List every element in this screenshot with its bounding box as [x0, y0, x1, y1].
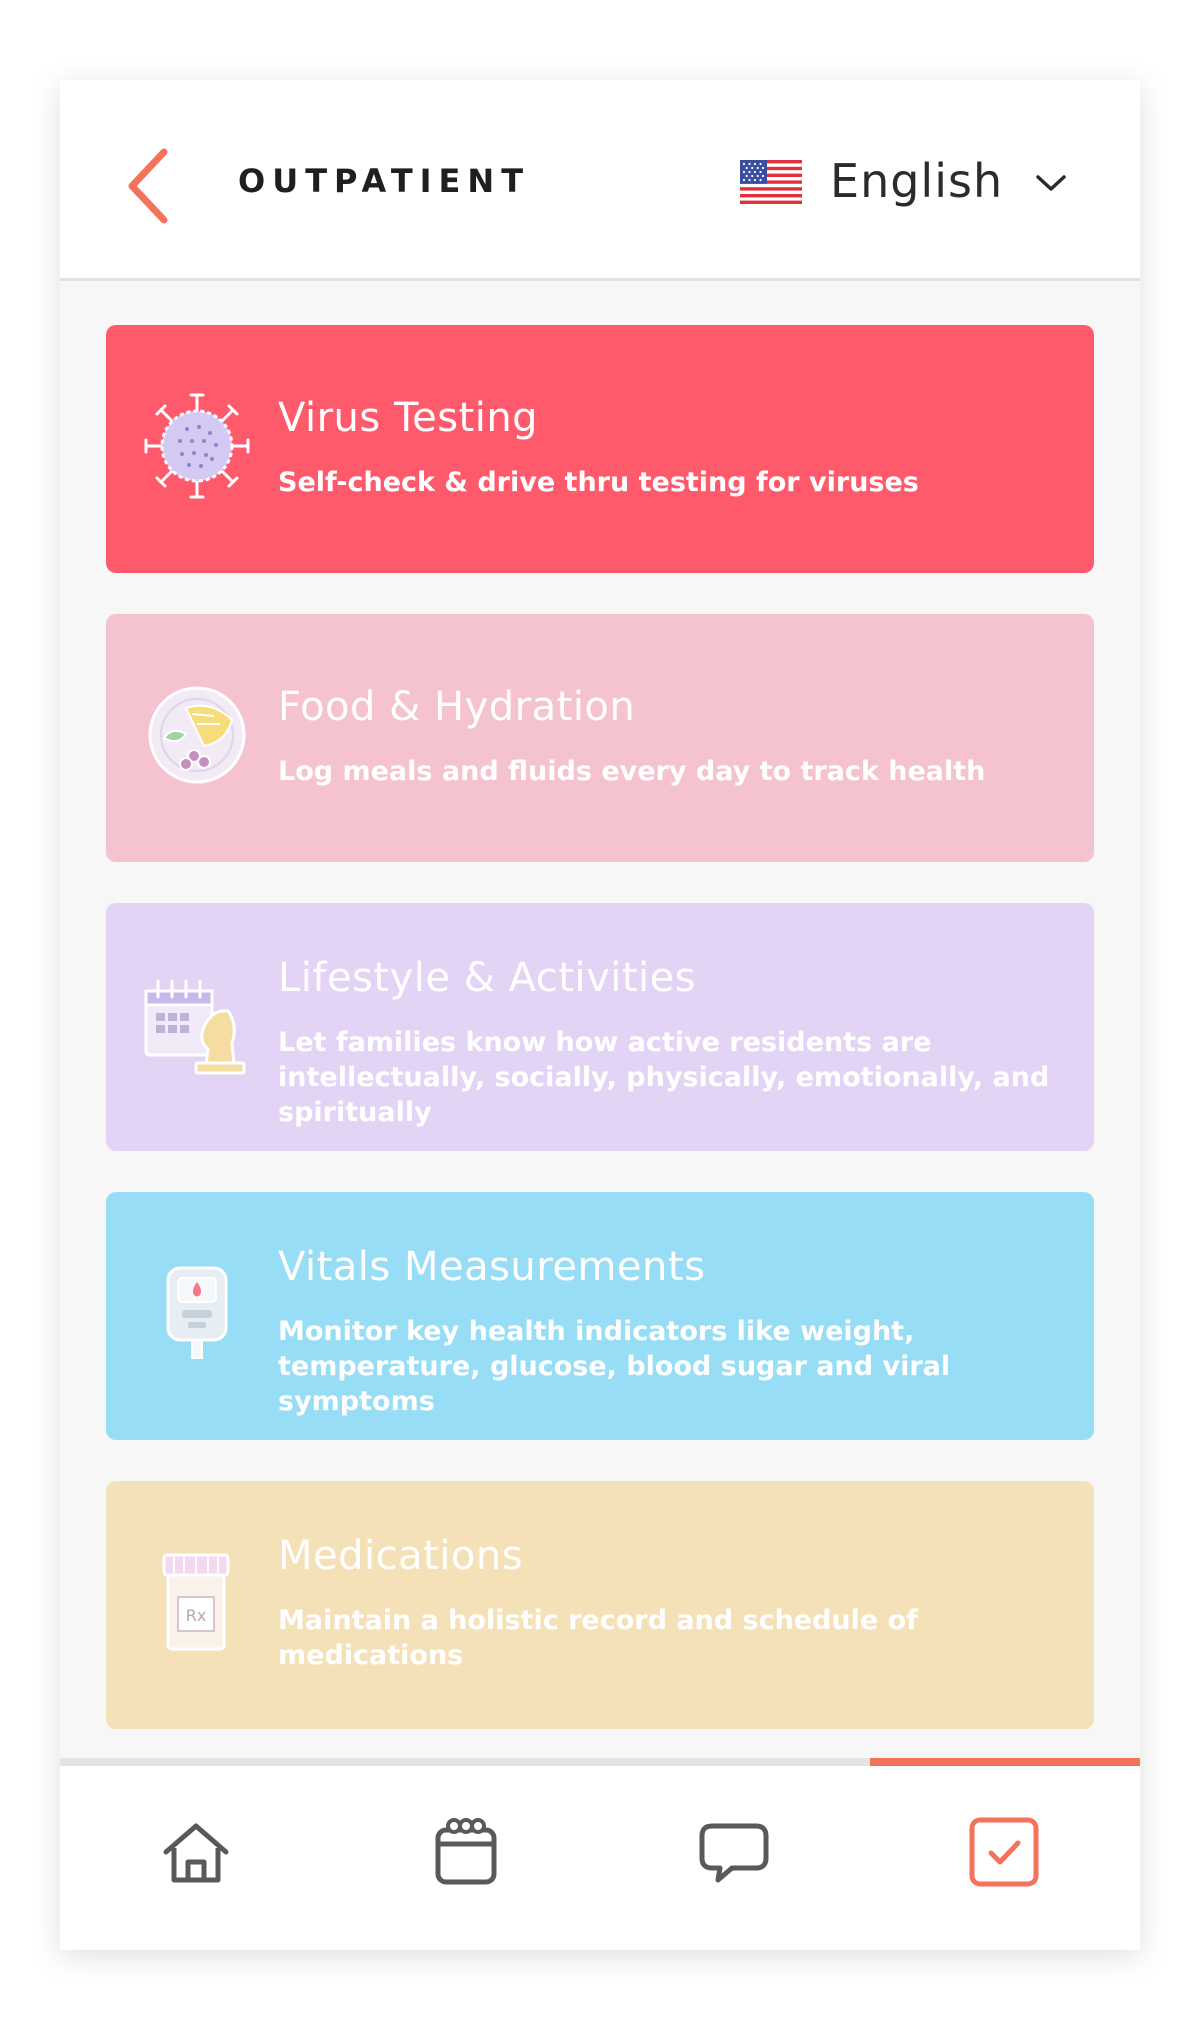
chevron-down-icon — [1036, 175, 1066, 191]
app-screen: OUTPATIENT English Virus Testing Self-ch… — [60, 80, 1140, 1950]
card-vitals-measurements[interactable]: Vitals Measurements Monitor key health i… — [106, 1192, 1094, 1440]
card-food-hydration[interactable]: Food & Hydration Log meals and fluids ev… — [106, 614, 1094, 862]
card-virus-testing[interactable]: Virus Testing Self-check & drive thru te… — [106, 325, 1094, 573]
back-button[interactable] — [122, 146, 178, 226]
card-lifestyle-activities[interactable]: Lifestyle & Activities Let families know… — [106, 903, 1094, 1151]
food-plate-icon — [148, 686, 246, 784]
card-description: Log meals and fluids every day to track … — [278, 756, 986, 787]
us-flag-icon — [740, 160, 802, 204]
card-description: Let families know how active residents a… — [278, 1027, 1050, 1128]
page-title: OUTPATIENT — [238, 162, 531, 200]
chevron-left-icon — [128, 148, 168, 224]
nav-calendar[interactable] — [426, 1812, 506, 1892]
card-title: Lifestyle & Activities — [278, 955, 697, 1001]
language-dropdown[interactable]: English — [740, 150, 1080, 220]
bottom-nav — [60, 1766, 1140, 1950]
virus-icon — [144, 393, 250, 499]
card-medications[interactable]: Rx Medications Maintain a holistic recor… — [106, 1481, 1094, 1729]
language-label: English — [830, 154, 1004, 208]
card-description: Self-check & drive thru testing for viru… — [278, 467, 919, 498]
chat-icon — [699, 1823, 769, 1883]
card-title: Food & Hydration — [278, 684, 636, 730]
home-icon — [163, 1823, 229, 1883]
calendar-icon — [435, 1818, 497, 1885]
svg-text:Rx: Rx — [186, 1606, 207, 1625]
card-description: Maintain a holistic record and schedule … — [278, 1605, 918, 1671]
checklist-icon — [969, 1817, 1039, 1887]
nav-messages[interactable] — [694, 1812, 774, 1892]
nav-home[interactable] — [156, 1812, 236, 1892]
tab-indicator — [870, 1758, 1140, 1766]
calendar-chess-icon — [144, 979, 246, 1075]
top-bar: OUTPATIENT English — [60, 80, 1140, 281]
card-description: Monitor key health indicators like weigh… — [278, 1316, 951, 1417]
nav-tasks[interactable] — [964, 1812, 1044, 1892]
tab-indicator-track — [60, 1758, 1140, 1766]
pill-bottle-icon: Rx — [162, 1553, 230, 1651]
card-title: Virus Testing — [278, 395, 539, 441]
card-title: Medications — [278, 1533, 524, 1579]
card-title: Vitals Measurements — [278, 1244, 706, 1290]
glucose-meter-icon — [166, 1266, 228, 1359]
